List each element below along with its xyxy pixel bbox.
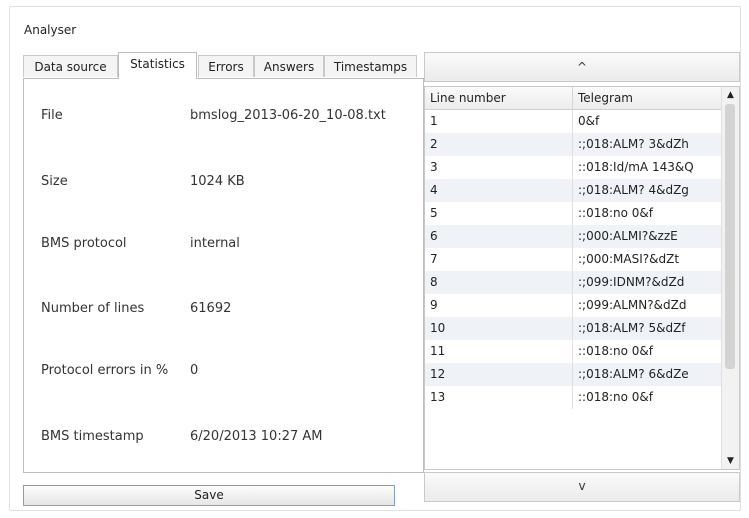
panel-title: Analyser <box>24 23 77 37</box>
tab-answers[interactable]: Answers <box>254 55 324 77</box>
line-number-cell: 1 <box>425 110 573 133</box>
telegram-cell: :;000:ALMI?&zzE <box>578 229 678 243</box>
tab-statistics[interactable]: Statistics <box>118 52 197 79</box>
table-row[interactable]: 5::018:no 0&f <box>425 202 721 225</box>
scrollbar-thumb[interactable] <box>725 104 735 369</box>
bms-timestamp-value: 6/20/2013 10:27 AM <box>190 429 323 444</box>
line-number-cell: 13 <box>425 386 573 409</box>
telegram-cell: ::018:Id/mA 143&Q <box>578 160 694 174</box>
protocol-errors-label: Protocol errors in % <box>41 363 169 378</box>
number-of-lines-value: 61692 <box>190 301 232 316</box>
table-row[interactable]: 7 :;000:MASI?&dZt <box>425 248 721 271</box>
table-row[interactable]: 1 0&f <box>425 110 721 133</box>
column-header-line-number[interactable]: Line number <box>425 87 573 109</box>
line-number-cell: 5 <box>425 202 573 225</box>
telegram-cell: :;018:ALM? 6&dZe <box>578 367 689 381</box>
telegram-cell: :;018:ALM? 3&dZh <box>578 137 689 151</box>
table-row[interactable]: 11::018:no 0&f <box>425 340 721 363</box>
table-row[interactable]: 12 :;018:ALM? 6&dZe <box>425 363 721 386</box>
scroll-down-arrow-icon[interactable]: ▼ <box>722 453 739 469</box>
table-row[interactable]: 2 :;018:ALM? 3&dZh <box>425 133 721 156</box>
number-of-lines-label: Number of lines <box>41 301 145 316</box>
telegram-pane: ^ Line number Telegram 1 0&f 2 :;018:ALM? … <box>424 52 741 509</box>
size-label: Size <box>41 174 68 189</box>
line-number-cell: 12 <box>425 363 573 386</box>
line-number-cell: 3 <box>425 156 573 179</box>
line-number-cell: 8 <box>425 271 573 294</box>
telegram-cell: :;018:ALM? 4&dZg <box>578 183 689 197</box>
bms-protocol-label: BMS protocol <box>41 236 127 251</box>
protocol-errors-value: 0 <box>190 363 199 378</box>
column-header-telegram[interactable]: Telegram <box>573 87 721 109</box>
telegram-cell: :;018:ALM? 5&dZf <box>578 321 686 335</box>
size-value: 1024 KB <box>190 174 245 189</box>
table-row[interactable]: 6 :;000:ALMI?&zzE <box>425 225 721 248</box>
grid-rows: 1 0&f 2 :;018:ALM? 3&dZh 3::018:Id/mA 143&… <box>425 110 721 409</box>
telegram-cell: :;099:ALMN?&dZd <box>578 298 687 312</box>
bms-protocol-value: internal <box>190 236 240 251</box>
page-up-button[interactable]: ^ <box>424 52 740 82</box>
line-number-cell: 11 <box>425 340 573 363</box>
grid-header: Line number Telegram <box>425 87 721 110</box>
telegram-cell: :;099:IDNM?&dZd <box>578 275 685 289</box>
line-number-cell: 6 <box>425 225 573 248</box>
table-row[interactable]: 13::018:no 0&f <box>425 386 721 409</box>
telegram-cell: ::018:no 0&f <box>578 390 654 404</box>
tab-timestamps[interactable]: Timestamps <box>324 55 417 77</box>
tab-errors[interactable]: Errors <box>198 55 254 77</box>
tab-data-source[interactable]: Data source <box>23 55 118 77</box>
file-value: bmslog_2013-06-20_10-08.txt <box>190 108 386 123</box>
telegram-cell: :;000:MASI?&dZt <box>578 252 680 266</box>
line-number-cell: 4 <box>425 179 573 202</box>
statistics-pane: File bmslog_2013-06-20_10-08.txt Size 10… <box>23 78 424 473</box>
file-label: File <box>41 108 63 123</box>
page-down-button[interactable]: v <box>424 472 740 502</box>
save-button[interactable]: Save <box>23 485 395 506</box>
telegram-cell: ::018:no 0&f <box>578 344 654 358</box>
table-row[interactable]: 9 :;099:ALMN?&dZd <box>425 294 721 317</box>
table-row[interactable]: 3::018:Id/mA 143&Q <box>425 156 721 179</box>
scroll-up-arrow-icon[interactable]: ▲ <box>722 87 739 103</box>
line-number-cell: 9 <box>425 294 573 317</box>
table-row[interactable]: 10 :;018:ALM? 5&dZf <box>425 317 721 340</box>
table-row[interactable]: 8 :;099:IDNM?&dZd <box>425 271 721 294</box>
telegram-cell: ::018:no 0&f <box>578 206 654 220</box>
bms-timestamp-label: BMS timestamp <box>41 429 144 444</box>
telegram-grid: Line number Telegram 1 0&f 2 :;018:ALM? 3&… <box>424 86 740 470</box>
table-row[interactable]: 4 :;018:ALM? 4&dZg <box>425 179 721 202</box>
telegram-cell: 0&f <box>578 114 600 128</box>
line-number-cell: 2 <box>425 133 573 156</box>
vertical-scrollbar[interactable]: ▲ ▼ <box>721 87 739 469</box>
line-number-cell: 10 <box>425 317 573 340</box>
line-number-cell: 7 <box>425 248 573 271</box>
